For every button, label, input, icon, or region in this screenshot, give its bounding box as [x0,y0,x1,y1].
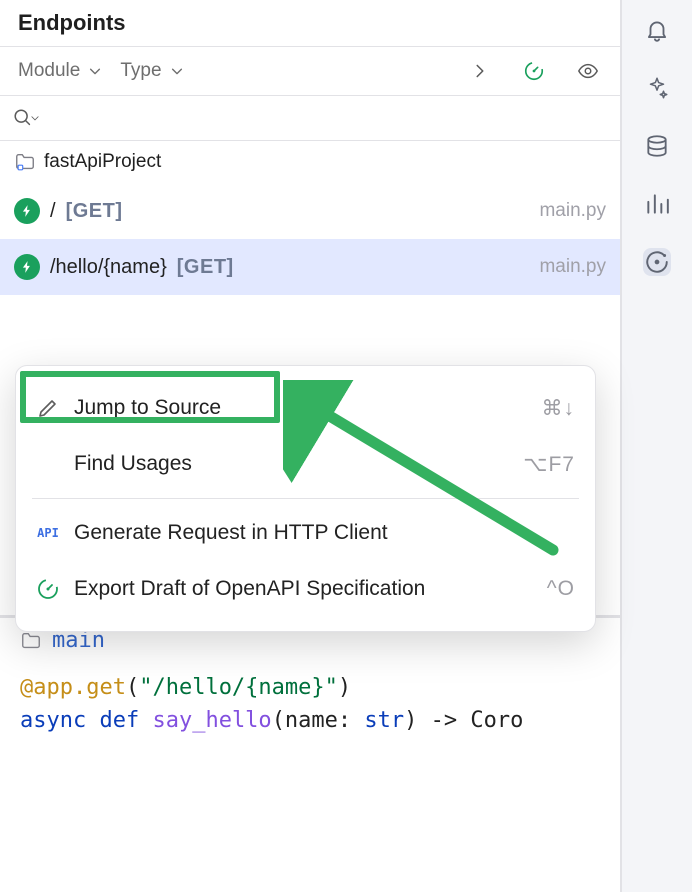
module-filter-label: Module [18,60,80,82]
menu-find-usages-label: Find Usages [74,452,192,476]
menu-separator [32,498,579,499]
folder-icon [14,151,36,173]
endpoint-file: main.py [539,200,606,222]
endpoint-file: main.py [539,256,606,278]
panel-toolbar: Module Type [0,47,620,96]
endpoint-method: [GET] [177,256,234,279]
menu-generate-request[interactable]: API Generate Request in HTTP Client [16,505,595,561]
module-filter[interactable]: Module [18,60,102,82]
code-block: @app.get("/hello/{name}") async def say_… [0,663,620,745]
type-filter-label: Type [120,60,161,82]
panel-header: Endpoints [0,0,620,47]
project-node[interactable]: fastApiProject [0,141,620,183]
right-tool-strip [621,0,692,892]
api-badge-icon: API [36,521,60,545]
empty-icon [36,452,60,476]
chevron-down-icon [170,64,184,78]
code-line-1: @app.get("/hello/{name}") [20,671,600,704]
menu-generate-label: Generate Request in HTTP Client [74,521,388,545]
endpoint-row[interactable]: / [GET] main.py [0,183,620,239]
endpoints-tool-icon[interactable] [643,248,671,276]
menu-shortcut: ^O [547,577,575,601]
menu-export-openapi[interactable]: Export Draft of OpenAPI Specification ^O [16,561,595,617]
expand-icon[interactable] [462,53,498,89]
menu-jump-to-source[interactable]: Jump to Source ⌘↓ [16,380,595,436]
chart-icon[interactable] [643,190,671,218]
menu-export-label: Export Draft of OpenAPI Specification [74,577,425,601]
endpoints-panel: Endpoints Module Type fastApiProject [0,0,621,892]
menu-shortcut: ⌥F7 [523,452,575,477]
pencil-icon [36,396,60,420]
database-icon[interactable] [643,132,671,160]
endpoint-path: / [50,200,56,223]
search-row[interactable] [0,96,620,141]
menu-shortcut: ⌘↓ [542,396,576,421]
endpoint-method: [GET] [66,200,123,223]
gauge-icon [36,577,60,601]
project-name: fastApiProject [44,151,161,173]
type-filter[interactable]: Type [120,60,183,82]
gauge-icon[interactable] [516,53,552,89]
endpoint-path: /hello/{name} [50,256,167,279]
chevron-down-small-icon [30,113,40,123]
sparkle-icon[interactable] [643,74,671,102]
bolt-icon [14,254,40,280]
bell-icon[interactable] [643,16,671,44]
endpoint-row[interactable]: /hello/{name} [GET] main.py [0,239,620,295]
folder-icon [20,630,42,652]
endpoints-list: / [GET] main.py /hello/{name} [GET] main… [0,183,620,295]
bolt-icon [14,198,40,224]
context-menu: Jump to Source ⌘↓ Find Usages ⌥F7 API Ge… [15,365,596,632]
menu-jump-label: Jump to Source [74,396,221,420]
panel-title: Endpoints [18,10,126,36]
menu-find-usages[interactable]: Find Usages ⌥F7 [16,436,595,492]
eye-icon[interactable] [570,53,606,89]
code-line-2: async def say_hello(name: str) -> Coro [20,704,600,737]
chevron-down-icon [88,64,102,78]
